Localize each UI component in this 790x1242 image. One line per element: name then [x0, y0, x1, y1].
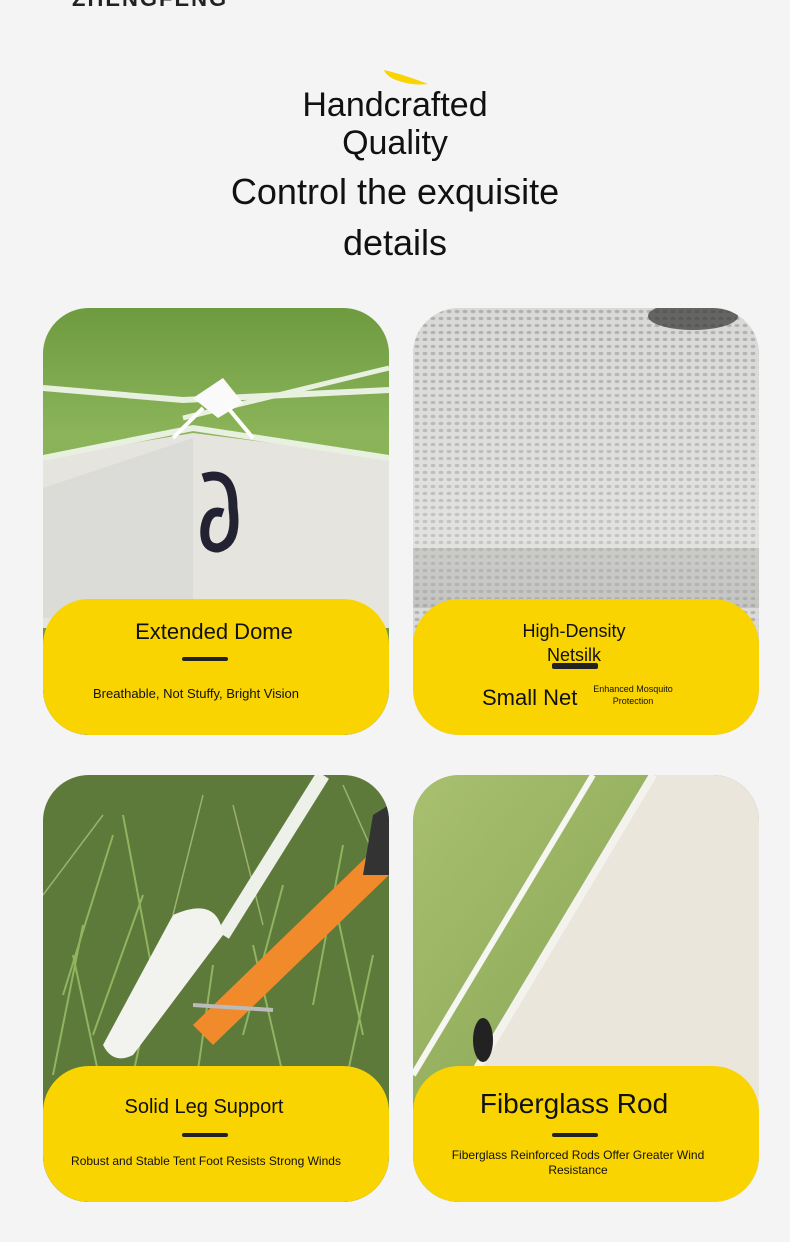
feature-card-small-net: High-Density Netsilk Small Net Enhanced …	[413, 308, 759, 735]
heading-line-1: Handcrafted Quality	[302, 86, 488, 162]
card-subtitle: Breathable, Not Stuffy, Bright Vision	[93, 686, 299, 701]
feature-card-fiberglass-rod: Fiberglass Rod Fiberglass Reinforced Rod…	[413, 775, 759, 1202]
card-title: Extended Dome	[135, 619, 293, 644]
feature-card-extended-dome: Extended Dome Breathable, Not Stuffy, Br…	[43, 308, 389, 735]
accent-brush-stroke	[384, 70, 428, 85]
card-caption-panel: Solid Leg Support Robust and Stable Tent…	[43, 1066, 389, 1202]
card-title: Solid Leg Support	[124, 1096, 284, 1118]
feature-card-solid-leg-support: Solid Leg Support Robust and Stable Tent…	[43, 775, 389, 1202]
card-caption-panel: Fiberglass Rod Fiberglass Reinforced Rod…	[413, 1066, 759, 1202]
title-underline	[552, 1133, 598, 1137]
card-note: Enhanced Mosquito Protection	[593, 684, 673, 706]
card-caption-panel: High-Density Netsilk Small Net Enhanced …	[413, 599, 759, 735]
card-title-top: High-Density Netsilk	[522, 621, 626, 665]
card-caption-panel: Extended Dome Breathable, Not Stuffy, Br…	[43, 599, 389, 735]
card-title: Fiberglass Rod	[479, 1088, 669, 1119]
title-underline	[552, 663, 598, 669]
title-underline	[182, 657, 228, 661]
card-subtitle: Robust and Stable Tent Foot Resists Stro…	[71, 1154, 341, 1168]
card-subtitle: Fiberglass Reinforced Rods Offer Greater…	[451, 1148, 705, 1177]
heading-line-2: Control the exquisite details	[230, 171, 560, 263]
title-underline	[182, 1133, 228, 1137]
card-title: Small Net	[482, 685, 578, 710]
brand-name: ZHENGFENG	[72, 0, 228, 12]
